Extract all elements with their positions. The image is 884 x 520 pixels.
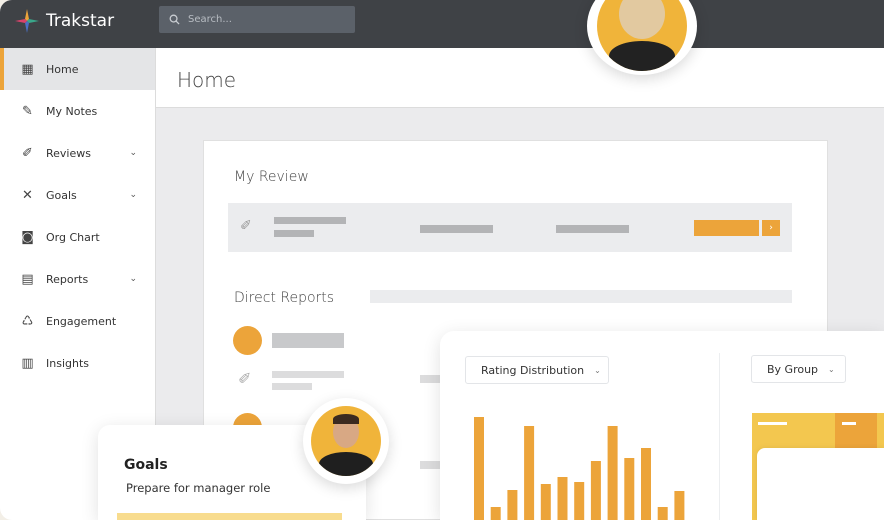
engagement-icon: ♺ <box>21 313 34 329</box>
sidebar-item-label: Reviews <box>46 146 91 160</box>
sidebar-item-reviews[interactable]: ✐ Reviews ⌄ <box>0 132 155 174</box>
group-segment <box>835 413 877 448</box>
chart-bar <box>674 491 685 520</box>
chart-bar <box>590 461 601 520</box>
placeholder-text <box>758 422 787 425</box>
person-photo <box>619 0 665 39</box>
chart-bar <box>540 484 551 520</box>
review-action-button[interactable] <box>694 220 759 236</box>
sidebar-item-label: Insights <box>46 356 90 370</box>
review-icon: ✐ <box>22 145 33 161</box>
placeholder-text <box>556 225 629 233</box>
search-box[interactable] <box>159 6 355 33</box>
group-chart <box>752 413 884 520</box>
placeholder-text <box>274 230 314 237</box>
analytics-panel: Rating Distribution ⌄ By Group ⌄ <box>440 331 884 520</box>
chart-bar <box>574 482 585 520</box>
placeholder-bar <box>370 290 792 303</box>
placeholder-text <box>842 422 856 425</box>
direct-reports-title: Direct Reports <box>234 290 335 306</box>
rating-chart <box>474 417 685 520</box>
chart-bar <box>657 507 668 520</box>
placeholder-text <box>272 383 312 390</box>
chevron-down-icon[interactable]: ⌄ <box>129 148 137 158</box>
page-title: Home <box>177 68 237 92</box>
sidebar-item-reports[interactable]: ▤ Reports ⌄ <box>0 258 155 300</box>
chart-bar <box>641 448 651 520</box>
chart-bar <box>507 490 518 520</box>
avatar[interactable] <box>233 326 262 355</box>
placeholder-text <box>272 333 344 348</box>
sidebar-item-label: Org Chart <box>46 230 100 244</box>
reports-icon: ▤ <box>21 271 34 287</box>
top-bar: Trakstar <box>0 0 884 48</box>
goals-icon: ✕ <box>22 187 33 203</box>
chart-bar <box>557 477 568 520</box>
placeholder-text <box>274 217 346 224</box>
app-window: Trakstar ▦ Home ✎ My Notes ✐ Reviews ⌄ ✕ Goal… <box>0 0 884 520</box>
chevron-down-icon: ⌄ <box>828 364 835 374</box>
sidebar-item-label: Home <box>46 62 79 76</box>
notes-icon: ✎ <box>22 103 33 119</box>
sidebar-item-label: Reports <box>46 272 89 286</box>
chart-bar <box>474 417 484 520</box>
sidebar-item-my-notes[interactable]: ✎ My Notes <box>0 90 155 132</box>
grid-icon: ▦ <box>21 61 34 77</box>
goals-title: Goals <box>124 457 168 473</box>
chevron-down-icon[interactable]: ⌄ <box>129 190 137 200</box>
goal-item: Prepare for manager role <box>126 481 271 495</box>
sidebar-item-label: My Notes <box>46 104 98 118</box>
chart-bar <box>624 458 635 520</box>
sidebar-item-insights[interactable]: ▥ Insights <box>0 342 155 384</box>
person-hair <box>333 414 359 424</box>
employee-avatar[interactable] <box>303 398 389 484</box>
my-review-title: My Review <box>234 169 309 185</box>
app-name: Trakstar <box>46 11 115 31</box>
review-row[interactable]: ✐ › <box>228 203 792 252</box>
chart-bar <box>524 426 535 520</box>
goal-progress-bar <box>117 513 342 520</box>
select-value: By Group <box>767 362 819 376</box>
review-icon: ✐ <box>238 369 252 388</box>
group-select[interactable]: By Group ⌄ <box>751 355 846 383</box>
sidebar-item-org-chart[interactable]: ◙ Org Chart <box>0 216 155 258</box>
page-header: Home <box>156 48 884 108</box>
insights-icon: ▥ <box>21 355 34 371</box>
org-chart-icon: ◙ <box>21 229 34 245</box>
chevron-down-icon[interactable]: ⌄ <box>129 274 137 284</box>
person-photo-body <box>609 41 675 71</box>
person-photo-body <box>319 452 373 476</box>
chevron-right-icon[interactable]: › <box>762 220 780 236</box>
placeholder-text <box>420 225 493 233</box>
chart-bar <box>490 507 501 520</box>
group-detail-card <box>757 448 884 520</box>
sidebar-item-label: Engagement <box>46 314 117 328</box>
chart-bar <box>607 426 618 520</box>
search-icon <box>169 14 180 25</box>
placeholder-text <box>272 371 344 378</box>
review-icon: ✐ <box>240 218 252 234</box>
search-input[interactable] <box>188 14 338 25</box>
trakstar-logo-icon <box>15 9 39 33</box>
sidebar-item-home[interactable]: ▦ Home <box>0 48 155 90</box>
sidebar-item-goals[interactable]: ✕ Goals ⌄ <box>0 174 155 216</box>
logo[interactable]: Trakstar <box>14 8 114 34</box>
sidebar-item-engagement[interactable]: ♺ Engagement <box>0 300 155 342</box>
sidebar-item-label: Goals <box>46 188 77 202</box>
